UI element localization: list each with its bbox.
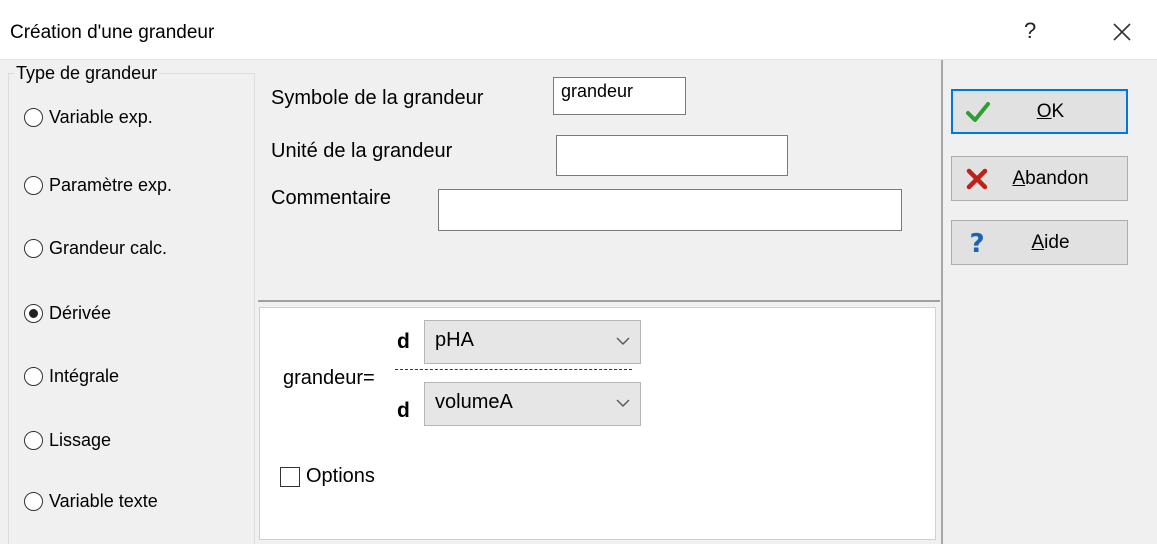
ok-label: OK [1036,100,1065,122]
chevron-down-icon [616,399,630,407]
help-icon[interactable]: ? [1024,18,1036,44]
radio-variable-texte[interactable]: Variable texte [24,491,158,512]
question-icon: ? [962,229,992,257]
radio-derivee[interactable]: Dérivée [24,303,111,324]
numerator-select[interactable]: pHA [424,320,641,364]
abandon-button[interactable]: Abandon [951,156,1128,201]
title-bar: Création d'une grandeur ? [0,0,1157,60]
type-group-legend: Type de grandeur [14,63,160,84]
radio-parametre-exp[interactable]: Paramètre exp. [24,175,172,196]
radio-button[interactable] [24,367,43,386]
chevron-down-icon [616,337,630,345]
denominator-select[interactable]: volumeA [424,382,641,426]
radio-button[interactable] [24,239,43,258]
radio-lissage[interactable]: Lissage [24,430,111,451]
radio-label: Grandeur calc. [49,238,168,258]
options-label: Options [306,465,375,487]
d-denominator-symbol: d [397,399,410,422]
options-checkbox-row[interactable]: Options [280,465,375,488]
symbol-input[interactable]: grandeur [553,77,686,115]
radio-label: Lissage [49,430,112,450]
aide-button[interactable]: ? Aide [951,220,1128,265]
radio-integrale[interactable]: Intégrale [24,366,119,387]
window-title: Création d'une grandeur [10,22,215,43]
unit-input[interactable] [556,135,788,176]
check-icon [963,99,993,125]
radio-button[interactable] [24,176,43,195]
vertical-divider [941,60,943,544]
comment-label: Commentaire [271,187,392,209]
radio-label: Paramètre exp. [49,175,173,195]
dialog-body: Type de grandeur Variable exp. Paramètre… [0,60,1157,544]
aide-label: Aide [1031,231,1070,253]
options-checkbox[interactable] [280,466,300,487]
comment-input[interactable] [438,189,902,231]
lhs-label: grandeur= [283,367,375,389]
d-numerator-symbol: d [397,330,410,353]
radio-button[interactable] [24,492,43,511]
ok-button[interactable]: OK [951,89,1128,134]
unit-label: Unité de la grandeur [271,140,453,162]
radio-grandeur-calc[interactable]: Grandeur calc. [24,238,167,259]
denominator-value: volumeA [435,391,513,413]
svg-text:?: ? [969,229,984,257]
symbol-label: Symbole de la grandeur [271,87,484,109]
close-icon [1113,23,1131,41]
radio-label: Intégrale [49,366,120,386]
numerator-value: pHA [435,329,474,351]
radio-variable-exp[interactable]: Variable exp. [24,107,153,128]
radio-button[interactable] [24,431,43,450]
close-button[interactable] [1102,12,1142,52]
horizontal-divider [258,300,940,302]
radio-button[interactable] [24,108,43,127]
radio-button-selected[interactable] [24,304,43,323]
radio-label: Dérivée [49,303,112,323]
cross-icon [962,167,992,191]
fraction-line [395,369,632,370]
radio-label: Variable texte [49,491,158,511]
radio-label: Variable exp. [49,107,153,127]
abandon-label: Abandon [1012,167,1089,189]
